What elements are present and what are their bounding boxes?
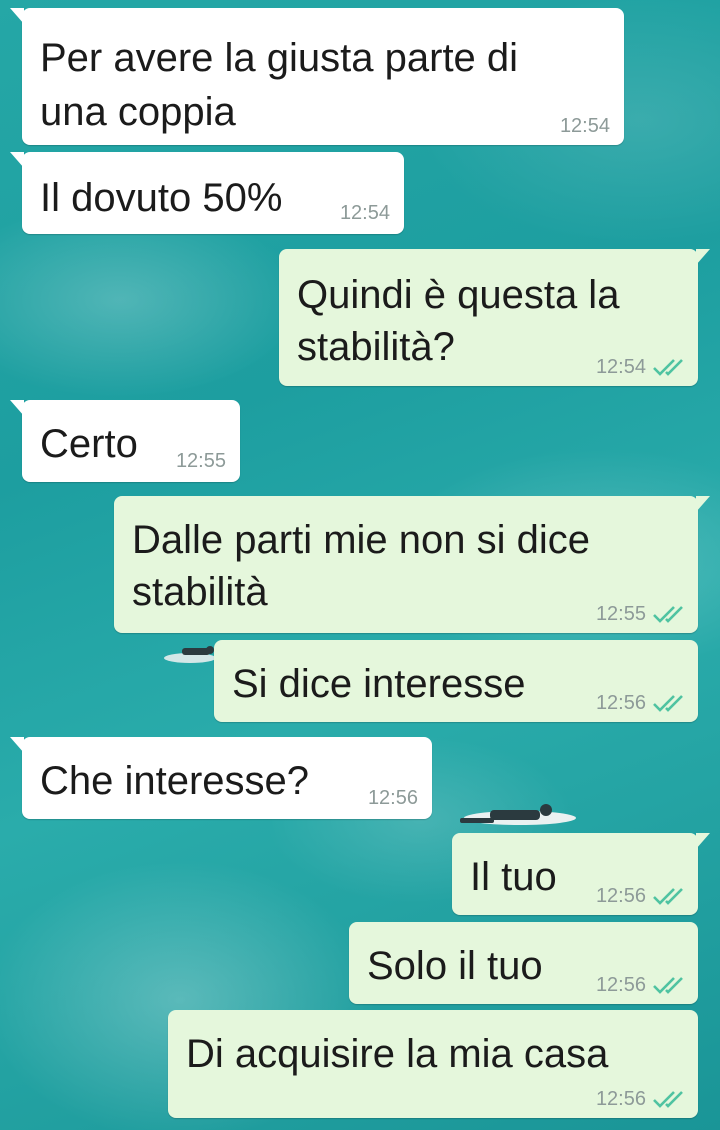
double-check-icon bbox=[653, 1091, 683, 1108]
message-bubble-incoming[interactable]: Il dovuto 50% 12:54 bbox=[10, 152, 404, 234]
message-meta: 12:56 bbox=[596, 885, 686, 907]
message-meta: 12:54 bbox=[596, 356, 686, 378]
message-text: Certo bbox=[40, 422, 138, 466]
message-meta: 12:54 bbox=[560, 115, 610, 137]
message-time: 12:54 bbox=[595, 356, 646, 378]
message-text: Dalle parti mie non si dice bbox=[132, 518, 590, 562]
double-check-icon bbox=[653, 606, 683, 623]
message-meta: 12:56 bbox=[596, 692, 686, 714]
message-meta: 12:55 bbox=[176, 450, 226, 472]
message-text: Per avere la giusta parte di bbox=[40, 36, 519, 80]
message-time: 12:54 bbox=[559, 115, 610, 137]
message-bubble-outgoing[interactable]: Dalle parti mie non si dice stabilità 12… bbox=[114, 496, 710, 633]
message-meta: 12:55 bbox=[596, 603, 686, 625]
message-bubble-incoming[interactable]: Certo 12:55 bbox=[10, 400, 240, 482]
message-meta: 12:56 bbox=[368, 787, 418, 809]
message-text: Di acquisire la mia casa bbox=[186, 1032, 609, 1076]
message-text: una coppia bbox=[40, 90, 236, 134]
message-bubble-incoming[interactable]: Per avere la giusta parte di una coppia … bbox=[10, 8, 624, 145]
message-bubble-outgoing[interactable]: Di acquisire la mia casa 12:56 bbox=[168, 1010, 698, 1118]
message-bubble-outgoing[interactable]: Il tuo 12:56 bbox=[452, 833, 710, 915]
message-bubble-incoming[interactable]: Che interesse? 12:56 bbox=[10, 737, 432, 819]
message-bubble-outgoing[interactable]: Quindi è questa la stabilità? 12:54 bbox=[279, 249, 710, 386]
message-meta: 12:56 bbox=[596, 974, 686, 996]
message-text: stabilità? bbox=[297, 325, 455, 369]
message-bubble-outgoing[interactable]: Solo il tuo 12:56 bbox=[349, 922, 698, 1004]
message-time: 12:56 bbox=[367, 787, 418, 809]
message-time: 12:56 bbox=[595, 692, 646, 714]
message-time: 12:56 bbox=[595, 974, 646, 996]
message-time: 12:56 bbox=[595, 885, 646, 907]
message-text: stabilità bbox=[132, 570, 268, 614]
double-check-icon bbox=[653, 695, 683, 712]
message-text: Si dice interesse bbox=[232, 662, 526, 706]
message-time: 12:56 bbox=[595, 1088, 646, 1110]
message-bubble-outgoing[interactable]: Si dice interesse 12:56 bbox=[214, 640, 698, 722]
message-text: Quindi è questa la bbox=[297, 273, 620, 317]
surfer-image bbox=[164, 646, 216, 663]
double-check-icon bbox=[653, 977, 683, 994]
surfer-image bbox=[460, 804, 576, 825]
message-text: Il dovuto 50% bbox=[40, 176, 283, 220]
double-check-icon bbox=[653, 888, 683, 905]
message-time: 12:54 bbox=[339, 202, 390, 224]
message-text: Solo il tuo bbox=[367, 944, 543, 988]
message-text: Che interesse? bbox=[40, 759, 310, 803]
message-time: 12:55 bbox=[595, 603, 646, 625]
message-time: 12:55 bbox=[175, 450, 226, 472]
double-check-icon bbox=[653, 359, 683, 376]
message-text: Il tuo bbox=[470, 855, 557, 899]
message-meta: 12:56 bbox=[596, 1088, 686, 1110]
message-meta: 12:54 bbox=[340, 202, 390, 224]
